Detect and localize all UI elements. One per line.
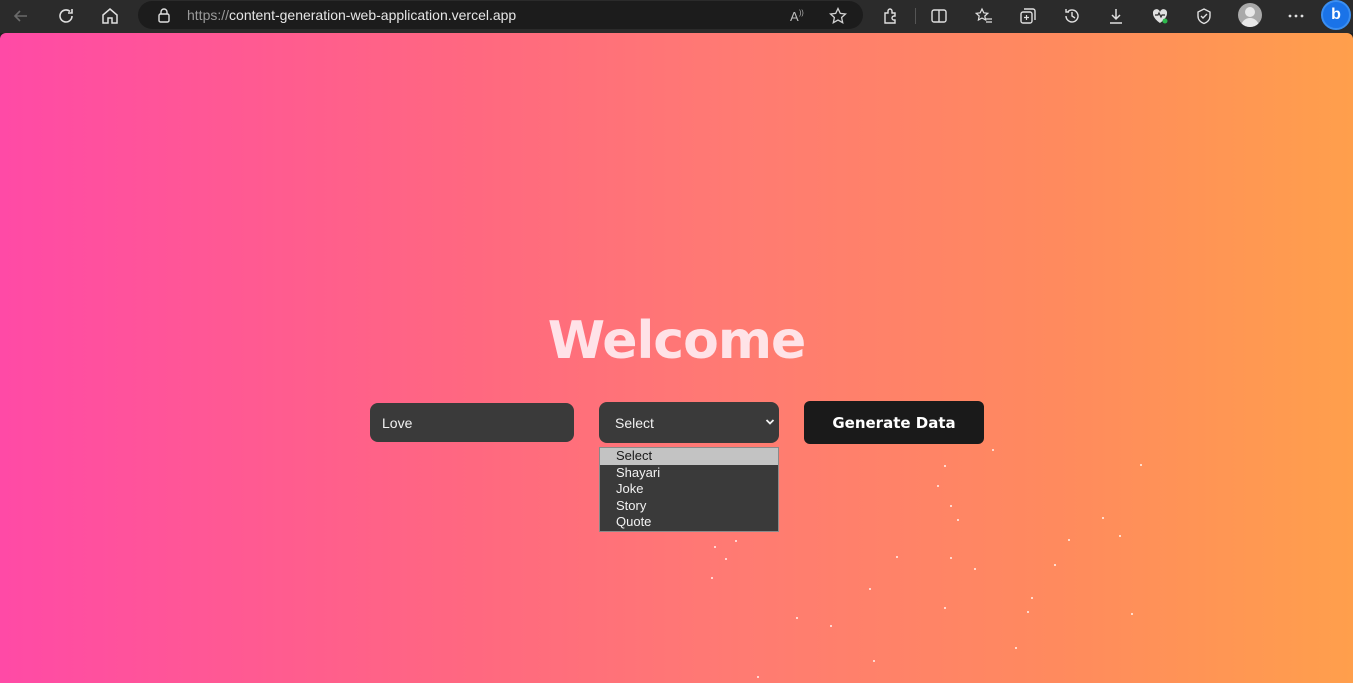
url-text: https://content-generation-web-applicati… <box>187 7 517 23</box>
topic-input[interactable] <box>370 403 574 442</box>
split-screen-icon[interactable] <box>927 4 951 28</box>
copilot-shield-icon[interactable] <box>1192 4 1216 28</box>
extensions-icon[interactable] <box>879 4 903 28</box>
address-bar[interactable]: https://content-generation-web-applicati… <box>138 1 863 29</box>
page-viewport: Welcome Select Generate Data Select Shay… <box>0 33 1353 683</box>
option-story[interactable]: Story <box>600 498 778 515</box>
chevron-down-icon <box>765 419 775 425</box>
browser-essentials-icon[interactable] <box>1148 4 1172 28</box>
option-quote[interactable]: Quote <box>600 514 778 531</box>
category-select[interactable]: Select <box>599 402 779 443</box>
favorites-icon[interactable] <box>972 4 996 28</box>
favorite-star-icon[interactable] <box>826 4 850 28</box>
generate-data-button[interactable]: Generate Data <box>804 401 984 444</box>
category-select-value: Select <box>615 415 654 431</box>
toolbar-divider <box>915 8 916 24</box>
lock-icon[interactable] <box>156 7 172 23</box>
svg-text:)): )) <box>799 10 804 17</box>
downloads-icon[interactable] <box>1104 4 1128 28</box>
collections-icon[interactable] <box>1016 4 1040 28</box>
page-title: Welcome <box>547 311 807 371</box>
svg-text:A: A <box>790 9 799 24</box>
option-shayari[interactable]: Shayari <box>600 465 778 482</box>
option-joke[interactable]: Joke <box>600 481 778 498</box>
history-icon[interactable] <box>1060 4 1084 28</box>
back-icon[interactable] <box>9 4 33 28</box>
read-aloud-icon[interactable]: A)) <box>786 4 810 28</box>
refresh-icon[interactable] <box>54 4 78 28</box>
more-icon[interactable] <box>1284 4 1308 28</box>
category-dropdown-list: Select Shayari Joke Story Quote <box>599 447 779 532</box>
bing-icon[interactable]: b <box>1321 0 1351 30</box>
home-icon[interactable] <box>98 4 122 28</box>
browser-toolbar: https://content-generation-web-applicati… <box>0 0 1353 33</box>
option-select[interactable]: Select <box>600 448 778 465</box>
profile-icon[interactable] <box>1238 3 1262 27</box>
